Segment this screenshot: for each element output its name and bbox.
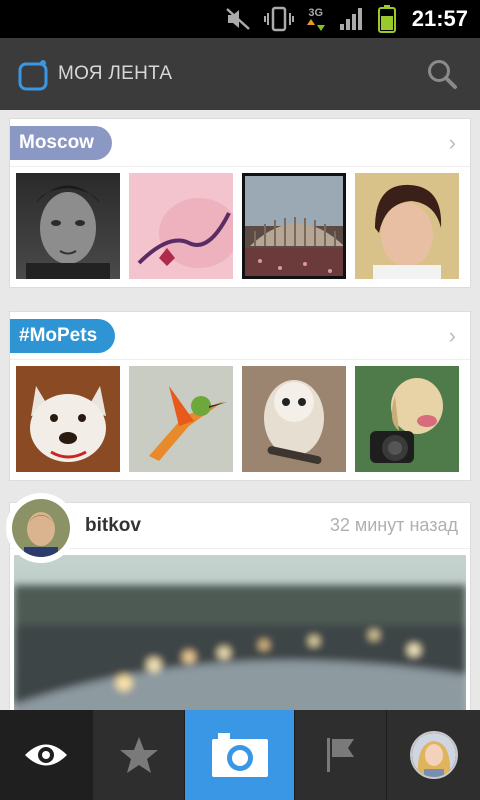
thumbnail-portrait-man[interactable] [16,173,120,279]
nav-favorites[interactable] [92,710,184,800]
profile-avatar [409,731,458,779]
nav-profile[interactable] [386,710,480,800]
status-bar: 3G 21:57 [0,0,480,38]
post-photo[interactable] [14,555,466,710]
post-username[interactable]: bitkov [85,515,330,537]
thumbnail-row [10,167,470,287]
post-timestamp: 32 минут назад [329,515,458,535]
post-header: bitkov 32 минут назад [10,503,470,549]
feed[interactable]: Moscow › #MoPets › bitkov 32 минут назад [0,110,480,710]
thumbnail-row [10,360,470,480]
group-card-mopets[interactable]: #MoPets › [9,311,471,481]
thumbnail-tattoo[interactable] [129,173,233,279]
camera-icon [211,733,268,777]
signal-icon [338,6,366,32]
search-icon [428,60,457,89]
group-header[interactable]: Moscow › [10,119,470,167]
thumbnail-young-man[interactable] [355,173,459,279]
clock: 21:57 [411,6,468,31]
group-tag[interactable]: Moscow [10,125,112,160]
chevron-right-icon[interactable]: › [449,130,456,156]
app-logo-icon[interactable] [18,59,48,91]
vibrate-icon [263,5,294,33]
battery-icon [377,5,396,33]
nav-camera[interactable] [184,710,294,800]
flag-icon [326,738,354,772]
thumbnail-owl[interactable] [242,366,346,472]
nav-flag[interactable] [294,710,386,800]
group-tag[interactable]: #MoPets [10,318,116,353]
nav-feed[interactable] [0,710,92,800]
post-avatar[interactable] [6,493,76,563]
bottom-nav [0,710,480,800]
network-3g-icon: 3G [306,7,326,31]
thumbnail-dog-camera[interactable] [355,366,459,472]
thumbnail-pitbull[interactable] [16,366,120,472]
star-icon [119,737,158,773]
screen-title: МОЯ ЛЕНТА [58,63,173,84]
chevron-right-icon[interactable]: › [449,323,456,349]
group-card-moscow[interactable]: Moscow › [9,118,471,288]
thumbnail-stadium[interactable] [242,173,346,279]
mute-icon [224,6,252,32]
search-button[interactable] [422,54,462,94]
thumbnail-bird[interactable] [129,366,233,472]
action-bar: МОЯ ЛЕНТА [0,38,480,110]
eye-icon [25,744,67,766]
group-header[interactable]: #MoPets › [10,312,470,360]
post-card[interactable]: bitkov 32 минут назад [6,493,471,710]
